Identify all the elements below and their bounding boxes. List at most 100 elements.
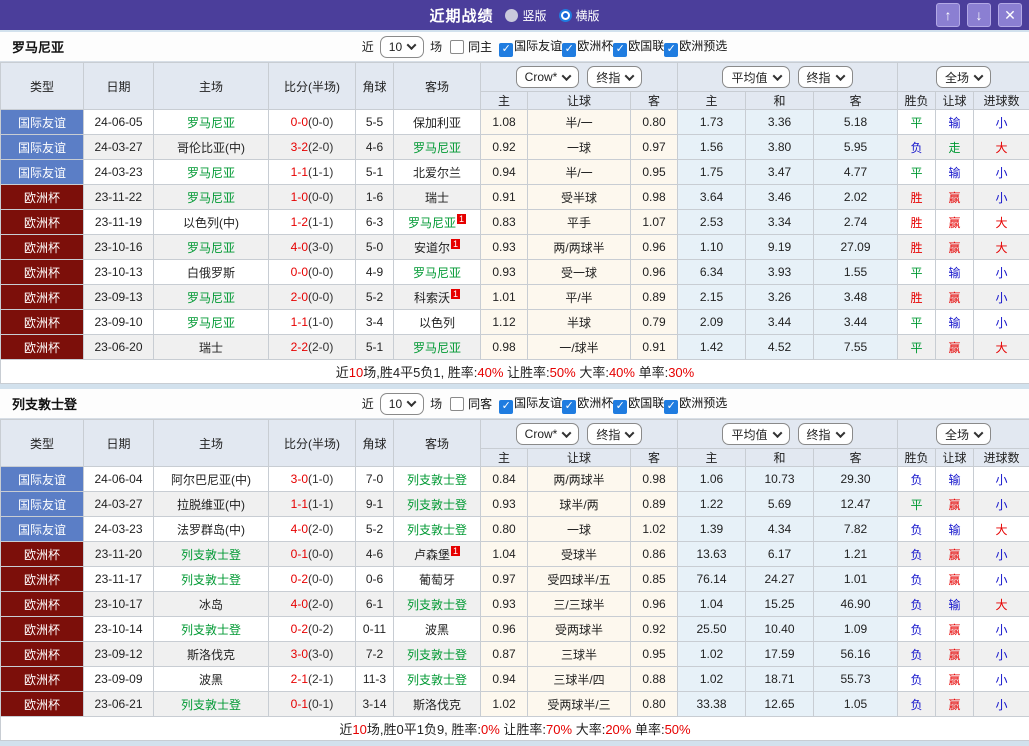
match-date: 23-09-09 xyxy=(83,666,154,692)
match-type-badge: 欧洲杯 xyxy=(0,616,84,642)
scope-select[interactable]: 全场 xyxy=(936,423,992,445)
odds-home: 0.94 xyxy=(480,159,528,185)
match-row: 欧洲杯 23-10-14 列支敦士登 0-2(0-2) 0-11 波黑 0.96 受两球半 0.… xyxy=(0,616,1029,642)
league-checkbox-label[interactable]: 欧国联 xyxy=(628,39,664,53)
avg-time-select[interactable]: 终指 xyxy=(797,423,853,445)
filter-bar: 近 10 场 同主 ✓ 国际友谊 ✓ 欧洲杯 ✓ 欧国联 ✓ 欧洲预选 xyxy=(302,35,727,58)
avg-time-select[interactable]: 终指 xyxy=(797,66,853,88)
avg-select[interactable]: 平均值 xyxy=(722,423,790,445)
match-score: 1-1(1-1) xyxy=(268,159,356,185)
match-date: 23-10-13 xyxy=(83,259,154,285)
league-checkbox[interactable]: ✓ xyxy=(562,399,577,414)
radio-icon[interactable] xyxy=(505,8,519,22)
league-checkbox-label[interactable]: 欧洲杯 xyxy=(577,39,613,53)
avg-away: 1.21 xyxy=(812,541,899,567)
avg-draw: 3.80 xyxy=(745,134,814,160)
match-count-select[interactable]: 10 xyxy=(379,392,425,415)
handicap-line: 受半球 xyxy=(527,184,631,210)
team-name: 列支敦士登 xyxy=(12,397,78,412)
odds-away: 0.80 xyxy=(630,691,678,717)
handicap-line: 平/半 xyxy=(527,284,631,310)
league-checkbox[interactable]: ✓ xyxy=(664,399,679,414)
winlose-result: 平 xyxy=(897,159,937,185)
odds-home: 0.92 xyxy=(480,134,528,160)
corner-score: 7-2 xyxy=(355,641,394,667)
league-checkbox[interactable]: ✓ xyxy=(499,42,514,57)
layout-radio-vertical[interactable]: 竖版 xyxy=(505,7,547,24)
odds-away: 0.98 xyxy=(630,184,678,210)
same-venue-label[interactable]: 同主 xyxy=(468,38,492,55)
away-team: 罗马尼亚 xyxy=(393,134,481,160)
match-score: 0-2(0-2) xyxy=(268,616,356,642)
handicap-line: 三球半 xyxy=(527,641,631,667)
match-type-badge: 欧洲杯 xyxy=(0,184,84,210)
handicap-line: 一球 xyxy=(527,134,631,160)
league-checkbox[interactable]: ✓ xyxy=(613,42,628,57)
goals-result: 小 xyxy=(973,641,1029,667)
league-checkbox-label[interactable]: 欧洲预选 xyxy=(679,39,727,53)
league-checkbox-label[interactable]: 国际友谊 xyxy=(514,39,562,53)
winlose-result: 胜 xyxy=(897,284,937,310)
avg-away: 7.82 xyxy=(812,516,899,542)
close-button[interactable]: ✕ xyxy=(998,3,1022,27)
avg-away: 4.77 xyxy=(812,159,899,185)
league-checkbox[interactable]: ✓ xyxy=(499,399,514,414)
same-venue-label[interactable]: 同客 xyxy=(468,395,492,412)
match-type-badge: 国际友谊 xyxy=(0,491,84,517)
avg-draw: 17.59 xyxy=(745,641,814,667)
match-row: 国际友谊 24-03-23 法罗群岛(中) 4-0(2-0) 5-2 列支敦士登 0.80 一… xyxy=(0,516,1029,542)
odds-time-select[interactable]: 终指 xyxy=(587,423,643,445)
handicap-line: 一/球半 xyxy=(527,334,631,360)
league-checkbox-label[interactable]: 欧洲杯 xyxy=(577,396,613,410)
same-venue-checkbox[interactable] xyxy=(450,39,465,54)
avg-home: 1.22 xyxy=(677,491,746,517)
winlose-result: 负 xyxy=(897,566,937,592)
odds-home: 0.96 xyxy=(480,616,528,642)
radio-label-horizontal[interactable]: 横版 xyxy=(576,7,600,24)
league-checkbox-label[interactable]: 欧国联 xyxy=(628,396,664,410)
away-team: 波黑 xyxy=(393,616,481,642)
home-team: 罗马尼亚 xyxy=(153,309,269,335)
bookmaker-select[interactable]: Crow* xyxy=(515,66,580,88)
home-team: 法罗群岛(中) xyxy=(153,516,269,542)
league-checkbox[interactable]: ✓ xyxy=(664,42,679,57)
sub-header-handicap: 让球 xyxy=(527,91,631,110)
match-count-select[interactable]: 10 xyxy=(379,35,425,58)
same-venue-checkbox[interactable] xyxy=(450,396,465,411)
scope-select[interactable]: 全场 xyxy=(936,66,992,88)
radio-label-vertical[interactable]: 竖版 xyxy=(522,7,546,24)
sub-header-avg-away: 客 xyxy=(812,91,899,110)
match-row: 欧洲杯 23-11-20 列支敦士登 0-1(0-0) 4-6 卢森堡 1 1.04 受球半 0.… xyxy=(0,541,1029,567)
handicap-line: 半/一 xyxy=(527,159,631,185)
move-down-button[interactable]: ↓ xyxy=(967,3,991,27)
avg-select[interactable]: 平均值 xyxy=(722,66,790,88)
league-checkbox-label[interactable]: 欧洲预选 xyxy=(679,396,727,410)
goals-result: 小 xyxy=(973,566,1029,592)
radio-icon[interactable] xyxy=(558,8,572,22)
winlose-result: 负 xyxy=(897,616,937,642)
goals-result: 小 xyxy=(973,616,1029,642)
bookmaker-select[interactable]: Crow* xyxy=(515,423,580,445)
team-name: 罗马尼亚 xyxy=(12,40,65,55)
avg-home: 1.02 xyxy=(677,666,746,692)
handicap-line: 半球 xyxy=(527,309,631,335)
league-checkbox-label[interactable]: 国际友谊 xyxy=(514,396,562,410)
odds-time-select[interactable]: 终指 xyxy=(587,66,643,88)
away-team: 安道尔 1 xyxy=(393,234,481,260)
sub-header-avg-draw: 和 xyxy=(745,448,814,467)
avg-draw: 18.71 xyxy=(745,666,814,692)
league-checkbox[interactable]: ✓ xyxy=(562,42,577,57)
home-team: 波黑 xyxy=(153,666,269,692)
winlose-result: 负 xyxy=(897,466,937,492)
league-checkbox[interactable]: ✓ xyxy=(613,399,628,414)
match-score: 4-0(2-0) xyxy=(268,591,356,617)
home-team: 列支敦士登 xyxy=(153,691,269,717)
match-date: 23-10-16 xyxy=(83,234,154,260)
handicap-result: 输 xyxy=(935,591,975,617)
match-date: 24-03-23 xyxy=(83,159,154,185)
away-team: 列支敦士登 xyxy=(393,641,481,667)
layout-radio-horizontal[interactable]: 横版 xyxy=(558,7,600,24)
move-up-button[interactable]: ↑ xyxy=(936,3,960,27)
odds-home: 0.93 xyxy=(480,491,528,517)
home-team: 瑞士 xyxy=(153,334,269,360)
